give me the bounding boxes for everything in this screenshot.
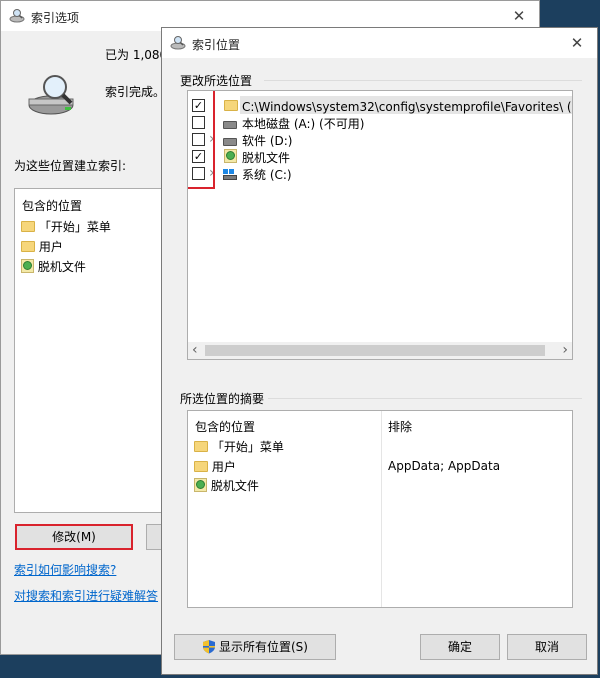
summary-header-included: 包含的位置: [195, 420, 256, 434]
cancel-button[interactable]: 取消: [507, 634, 587, 660]
drive-icon: [223, 135, 237, 149]
tree-item-label[interactable]: 系统 (C:): [242, 166, 292, 183]
horizontal-scrollbar[interactable]: ‹ ›: [188, 342, 572, 359]
window-title: 索引选项: [31, 11, 80, 25]
list-item: 用户: [21, 238, 63, 255]
indexed-count-text: 已为 1,080: [105, 48, 168, 62]
index-status-text: 索引完成。: [105, 85, 166, 99]
list-header-included: 包含的位置: [22, 199, 83, 213]
indexed-locations-titlebar[interactable]: 索引位置 ✕: [162, 28, 597, 58]
folder-icon: [21, 241, 35, 252]
link-affect-search[interactable]: 索引如何影响搜索?: [14, 561, 116, 578]
change-locations-group-label: 更改所选位置: [180, 74, 253, 88]
list-item-label: 用户: [38, 240, 63, 254]
show-all-locations-label: 显示所有位置(S): [219, 640, 308, 654]
summary-row: 用户: [194, 458, 236, 475]
summary-row-exclude: AppData; AppData: [388, 459, 501, 473]
summary-header-excluded: 排除: [388, 420, 413, 434]
included-locations-list[interactable]: 包含的位置 「开始」菜单 用户 脱机文件: [14, 188, 174, 513]
folder-icon: [21, 221, 35, 232]
search-index-icon: [9, 8, 25, 24]
summary-row-label: 用户: [211, 460, 236, 474]
indexing-options-large-icon: [25, 71, 81, 119]
list-item-label: 脱机文件: [37, 260, 86, 274]
uac-shield-icon: [202, 638, 216, 662]
offline-files-icon: [194, 478, 207, 492]
summary-row-label: 脱机文件: [210, 479, 259, 493]
group-divider: [264, 80, 582, 81]
summary-row-label: 「开始」菜单: [211, 440, 284, 454]
system-drive-icon: [223, 168, 237, 182]
list-item: 「开始」菜单: [21, 218, 111, 235]
drive-icon: [223, 118, 237, 132]
summary-row: 「开始」菜单: [194, 438, 284, 455]
tree-item-label[interactable]: 脱机文件: [242, 149, 290, 166]
summary-list[interactable]: 包含的位置 排除 「开始」菜单 用户 AppData; AppData 脱机文件: [187, 410, 573, 608]
offline-files-icon: [224, 149, 237, 164]
tree-item-label[interactable]: C:\Windows\system32\config\systemprofile…: [242, 98, 572, 115]
scrollbar-thumb[interactable]: [205, 345, 545, 356]
list-item: 脱机文件: [21, 258, 86, 275]
folder-icon: [224, 99, 238, 113]
checkbox-highlight-box: [188, 91, 215, 189]
summary-row: 脱机文件: [194, 477, 259, 494]
summary-column-divider: [381, 411, 382, 607]
search-index-icon: [170, 35, 186, 51]
show-all-locations-button[interactable]: 显示所有位置(S): [174, 634, 336, 660]
scroll-left-icon[interactable]: ‹: [192, 342, 198, 358]
tree-item-label[interactable]: 软件 (D:): [242, 132, 292, 149]
locations-tree[interactable]: ✓ C:\Windows\system32\config\systemprofi…: [187, 90, 573, 360]
link-troubleshoot[interactable]: 对搜索和索引进行疑难解答: [14, 587, 158, 604]
locations-heading: 为这些位置建立索引:: [14, 159, 127, 173]
modify-button[interactable]: 修改(M): [15, 524, 133, 550]
offline-files-icon: [21, 259, 34, 273]
dialog-title: 索引位置: [192, 38, 241, 52]
folder-icon: [194, 461, 208, 472]
scroll-right-icon[interactable]: ›: [562, 342, 568, 358]
summary-group-label: 所选位置的摘要: [180, 392, 265, 406]
close-icon[interactable]: ✕: [557, 28, 597, 58]
indexed-locations-dialog: 索引位置 ✕ 更改所选位置 ✓ C:\Windows\system32\conf…: [161, 27, 598, 675]
tree-item-label[interactable]: 本地磁盘 (A:) (不可用): [242, 115, 364, 132]
group-divider: [268, 398, 582, 399]
list-item-label: 「开始」菜单: [38, 220, 111, 234]
folder-icon: [194, 441, 208, 452]
ok-button[interactable]: 确定: [420, 634, 500, 660]
